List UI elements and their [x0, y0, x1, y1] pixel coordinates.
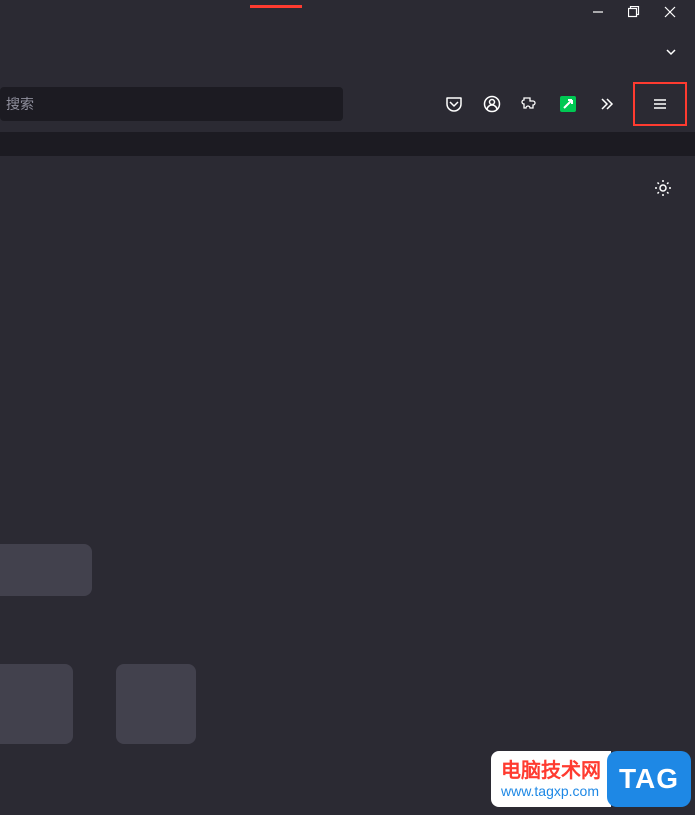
watermark-left: 电脑技术网 www.tagxp.com: [491, 751, 611, 807]
toolbar: 搜索: [0, 76, 695, 132]
watermark-tag: TAG: [619, 763, 679, 795]
window-controls: [591, 5, 695, 19]
tabs-dropdown-button[interactable]: [663, 44, 679, 60]
close-button[interactable]: [663, 5, 677, 19]
shortcut-card[interactable]: [116, 664, 196, 744]
search-placeholder: 搜索: [6, 94, 34, 114]
account-button[interactable]: [477, 89, 507, 119]
shortcut-card[interactable]: [0, 544, 92, 596]
menu-button[interactable]: [633, 82, 687, 126]
content-area: 电脑技术网 www.tagxp.com TAG: [0, 156, 695, 815]
menu-icon: [651, 95, 669, 113]
settings-button[interactable]: [653, 178, 673, 198]
shortcut-card[interactable]: [0, 664, 73, 744]
extensions-button[interactable]: [515, 89, 545, 119]
minimize-button[interactable]: [591, 5, 605, 19]
search-input[interactable]: 搜索: [0, 87, 343, 121]
watermark-title: 电脑技术网: [501, 759, 601, 783]
toolbar-divider: [0, 132, 695, 156]
overflow-button[interactable]: [591, 89, 621, 119]
tab-bar: [0, 28, 695, 76]
watermark-url: www.tagxp.com: [501, 783, 601, 800]
titlebar: [0, 0, 695, 28]
xunlei-icon: [560, 96, 576, 112]
maximize-button[interactable]: [627, 5, 641, 19]
xunlei-button[interactable]: [553, 89, 583, 119]
pocket-button[interactable]: [439, 89, 469, 119]
watermark-right: TAG: [607, 751, 691, 807]
active-tab-indicator: [250, 5, 302, 8]
toolbar-icons: [439, 82, 687, 126]
watermark: 电脑技术网 www.tagxp.com TAG: [491, 751, 691, 807]
titlebar-left: [0, 5, 302, 8]
